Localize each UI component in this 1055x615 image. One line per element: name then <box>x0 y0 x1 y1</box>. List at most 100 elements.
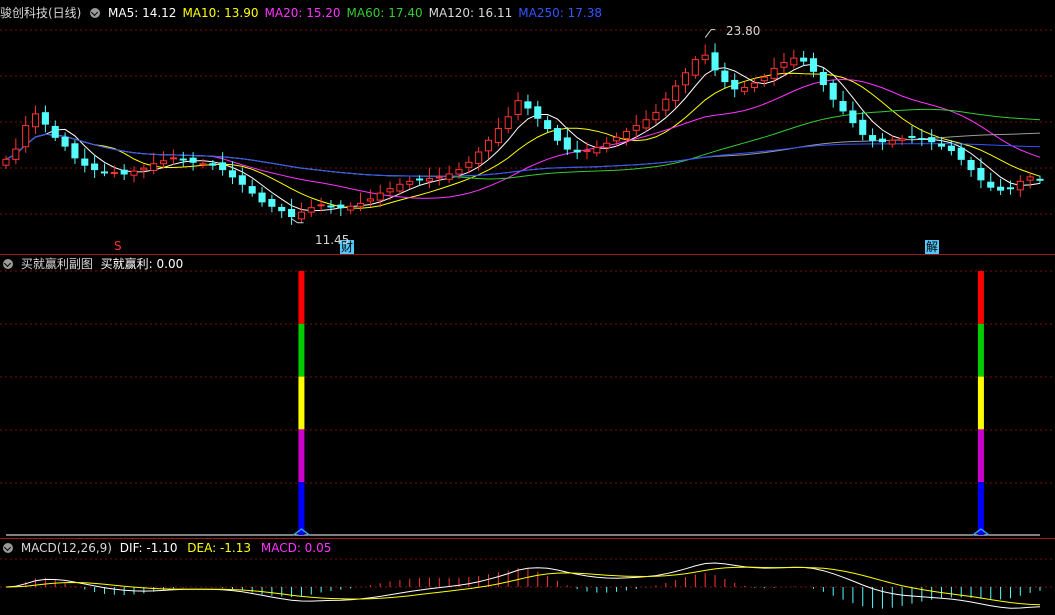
candle-body <box>829 82 837 100</box>
candle-body <box>524 101 532 109</box>
macd-pane[interactable]: MACD(12,26,9) DIF: -1.10 DEA: -1.13 MACD… <box>0 539 1055 615</box>
indicator-pane[interactable]: 买就赢利副图 买就赢利: 0.00 <box>0 255 1055 538</box>
macd-dif: DIF: -1.10 <box>119 541 178 555</box>
candle-body <box>878 138 886 143</box>
candle-body <box>386 188 394 193</box>
candle <box>219 152 227 176</box>
candle-body <box>544 120 552 130</box>
candle-body <box>681 72 690 86</box>
ma-label-3: MA60: 17.40 <box>346 6 423 20</box>
candle <box>593 140 601 157</box>
candle <box>278 203 286 218</box>
candle-body <box>465 161 473 168</box>
candle-body <box>977 167 985 181</box>
candle <box>120 164 128 181</box>
candle <box>888 135 896 148</box>
candle <box>317 197 325 212</box>
marker-jie: 解 <box>925 240 940 254</box>
candle-body <box>987 181 995 188</box>
candle <box>297 202 305 223</box>
candle <box>169 149 177 165</box>
candle <box>110 165 118 178</box>
candle-body <box>1036 178 1044 181</box>
candle <box>268 194 276 213</box>
candle-body <box>770 67 778 79</box>
price-pane[interactable]: 骏创科技(日线) MA5: 14.12 MA10: 13.90 MA20: 15.2… <box>0 0 1055 254</box>
candle-body <box>396 183 404 192</box>
candle <box>327 199 335 214</box>
candle-body <box>603 142 611 149</box>
candle-body <box>997 186 1005 191</box>
candle <box>150 153 158 175</box>
candle-body <box>376 192 384 201</box>
candle-body <box>514 100 522 115</box>
candle <box>475 147 483 171</box>
candle <box>819 67 827 92</box>
signal-bar-segment <box>977 376 984 430</box>
candle-body <box>71 143 79 159</box>
candle <box>987 172 995 191</box>
candle-body <box>140 167 148 171</box>
macd-value: MACD: 0.05 <box>260 541 332 555</box>
signal-bar-segment <box>298 323 305 377</box>
indicator-name: 买就赢利副图 <box>20 257 93 271</box>
candle <box>908 125 916 144</box>
chevron-down-icon[interactable] <box>3 259 13 269</box>
candle-body <box>327 205 335 208</box>
candle-body <box>238 175 246 185</box>
candle <box>91 154 99 178</box>
candle <box>179 151 187 167</box>
candle-body <box>51 125 59 138</box>
candle <box>642 110 650 132</box>
candle-body <box>110 172 118 175</box>
ma-legend: MA5: 14.12 MA10: 13.90 MA20: 15.20 MA60: 17… <box>108 6 608 20</box>
main-header: 骏创科技(日线) MA5: 14.12 MA10: 13.90 MA20: 15.2… <box>0 4 1055 22</box>
candle <box>514 92 522 121</box>
candle-body <box>573 149 581 153</box>
candle <box>524 94 532 116</box>
signal-bar-segment <box>977 323 984 377</box>
macd-header: MACD(12,26,9) DIF: -1.10 DEA: -1.13 MACD… <box>0 539 1055 557</box>
ma-label-0: MA5: 14.12 <box>108 6 177 20</box>
candle <box>307 199 315 217</box>
candle-body <box>317 204 325 207</box>
candle-body <box>622 130 630 140</box>
high-pointer <box>704 29 716 38</box>
candle-body <box>494 128 502 144</box>
candle-body <box>869 135 877 141</box>
candle <box>1036 175 1044 184</box>
candle-body <box>947 145 955 152</box>
candle-body <box>691 59 699 76</box>
candle <box>573 140 581 160</box>
candle <box>829 79 837 108</box>
candle-body <box>1006 187 1015 190</box>
candle-body <box>288 208 296 218</box>
signal-bar-segment <box>298 271 305 324</box>
candlestick-chart[interactable] <box>0 0 1055 254</box>
chevron-down-icon[interactable] <box>90 8 101 18</box>
signal-bar-segment <box>298 482 305 535</box>
chevron-down-icon[interactable] <box>3 543 13 553</box>
candle <box>652 104 660 125</box>
candle-body <box>435 176 443 179</box>
candle-body <box>612 136 621 142</box>
candle <box>51 120 59 141</box>
candle-body <box>790 57 798 66</box>
candle-body <box>189 157 197 163</box>
candle <box>435 167 443 186</box>
candle <box>967 156 975 177</box>
candle-body <box>258 192 266 203</box>
candle-body <box>484 139 493 152</box>
candle <box>347 202 355 214</box>
candle <box>780 53 788 76</box>
candle <box>701 44 709 65</box>
candle-body <box>888 139 896 145</box>
candle-body <box>160 160 168 165</box>
candle <box>681 67 690 94</box>
candle <box>100 163 109 177</box>
candle-body <box>406 180 414 185</box>
candle-body <box>248 186 256 194</box>
indicator-chart[interactable] <box>0 255 1055 538</box>
candle-body <box>741 86 749 92</box>
candle-body <box>347 205 355 211</box>
